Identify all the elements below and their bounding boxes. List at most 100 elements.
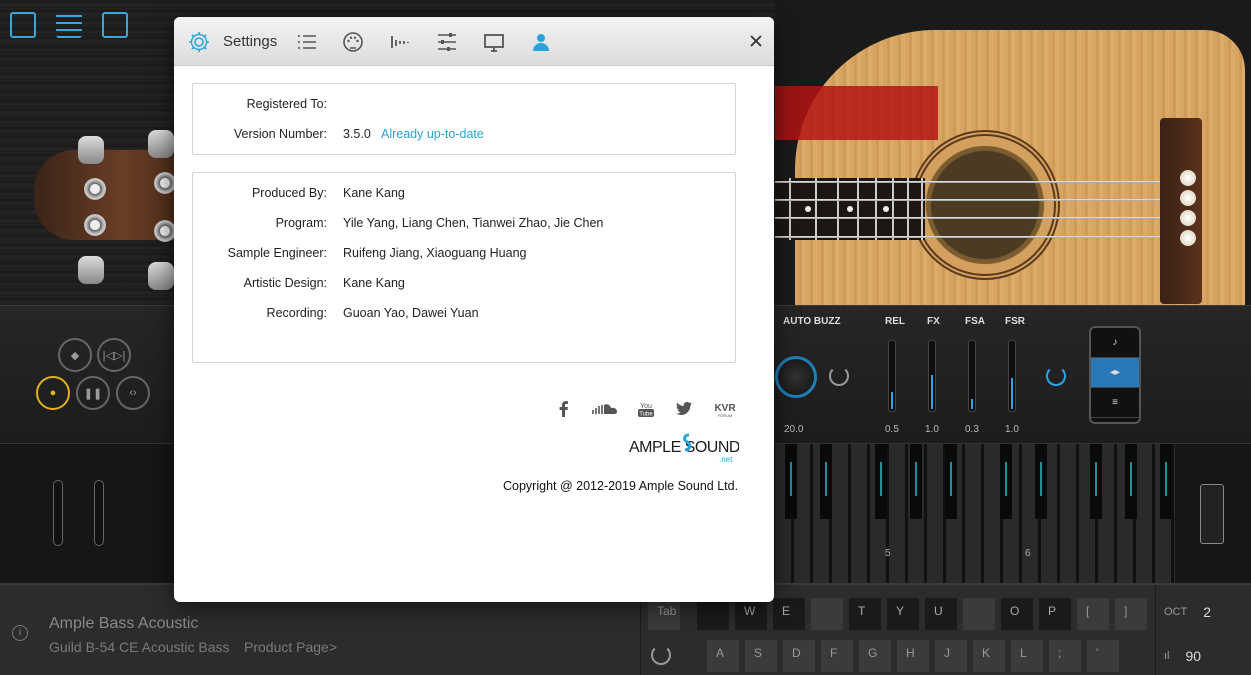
monitor-icon[interactable] [482, 30, 506, 54]
octave-panel: OCT 2 ıl 90 [1155, 585, 1251, 675]
key[interactable]: U [925, 598, 957, 630]
key[interactable]: P [1039, 598, 1071, 630]
key[interactable]: S [745, 640, 777, 672]
tuner-knob [154, 220, 176, 242]
velocity-value: 90 [1185, 648, 1202, 664]
pause-button[interactable]: ❚❚ [76, 376, 110, 410]
waveform-icon[interactable] [388, 30, 412, 54]
record-button[interactable]: ● [36, 376, 70, 410]
prev-next-button[interactable]: ‹› [116, 376, 150, 410]
fsr-label: FSR [1005, 316, 1025, 327]
credit-label: Recording: [266, 306, 327, 320]
tuner-knob [84, 214, 106, 236]
bridge [1160, 118, 1202, 304]
key[interactable]: D [783, 640, 815, 672]
credit-label: Artistic Design: [243, 276, 327, 290]
version-label: Version Number: [233, 127, 327, 141]
sound-hole [910, 130, 1060, 280]
key[interactable]: H [897, 640, 929, 672]
key[interactable]: T [849, 598, 881, 630]
key[interactable] [963, 598, 995, 630]
fsr-power-icon[interactable] [1046, 366, 1066, 386]
sustain-pedal-icon[interactable] [1200, 484, 1224, 544]
info-icon[interactable]: i [12, 625, 28, 641]
marker-button[interactable]: ◆ [58, 338, 92, 372]
key[interactable]: J [935, 640, 967, 672]
user-icon[interactable] [529, 30, 553, 54]
credit-label: Program: [275, 216, 327, 230]
string[interactable] [775, 181, 1195, 183]
string[interactable] [775, 236, 1195, 238]
fsr-slider[interactable] [1008, 340, 1016, 412]
auto-buzz-knob[interactable] [775, 356, 817, 398]
key[interactable]: L [1011, 640, 1043, 672]
credit-label: Sample Engineer: [227, 246, 327, 260]
list-icon[interactable] [56, 12, 82, 38]
fx-label: FX [927, 316, 940, 327]
youtube-icon[interactable]: You Tube [635, 399, 657, 419]
keyboard-power-icon[interactable] [651, 645, 671, 665]
pitch-wheel[interactable] [94, 480, 104, 546]
tuning-peg [148, 262, 174, 290]
loop-button[interactable]: |◁▷| [97, 338, 131, 372]
octave-value: 2 [1203, 604, 1212, 620]
rel-slider[interactable] [888, 340, 896, 412]
close-icon[interactable] [748, 33, 764, 49]
key[interactable]: [ [1077, 598, 1109, 630]
mixer-icon[interactable] [102, 12, 128, 38]
string[interactable] [775, 217, 1195, 219]
key[interactable]: ; [1049, 640, 1081, 672]
mod-wheel[interactable] [53, 480, 63, 546]
key[interactable]: ] [1115, 598, 1147, 630]
tuner-knob [84, 178, 106, 200]
plugin-toolbar [0, 0, 180, 50]
soundcloud-icon[interactable] [591, 399, 619, 419]
fx-slider[interactable] [928, 340, 936, 412]
key[interactable]: Y [887, 598, 919, 630]
key[interactable]: E [773, 598, 805, 630]
fsa-slider-fill [971, 399, 973, 409]
settings-dialog: Settings Registered To: Version Number: … [174, 17, 774, 602]
twitter-icon[interactable] [673, 399, 695, 419]
update-status-link[interactable]: Already up-to-date [381, 127, 484, 141]
power-icon[interactable] [829, 366, 849, 386]
kvr-forum-icon[interactable]: KVR FORUM [712, 399, 738, 419]
fx-slider-fill [931, 375, 933, 409]
midi-icon[interactable] [341, 30, 365, 54]
registered-to-label: Registered To: [246, 97, 327, 111]
key[interactable]: G [859, 640, 891, 672]
key[interactable]: W [735, 598, 767, 630]
key[interactable]: F [821, 640, 853, 672]
version-value: 3.5.0 [343, 127, 371, 141]
keybed[interactable]: 5 6 [775, 444, 1175, 584]
string[interactable] [775, 199, 1195, 201]
key[interactable]: Tab [648, 598, 680, 630]
list-icon[interactable] [295, 30, 319, 54]
fsa-slider[interactable] [968, 340, 976, 412]
key[interactable]: O [1001, 598, 1033, 630]
key[interactable] [697, 598, 729, 630]
octave-row[interactable]: OCT 2 [1156, 589, 1251, 635]
credit-label: Produced By: [251, 186, 327, 200]
facebook-icon[interactable] [553, 399, 575, 419]
product-page-link[interactable]: Product Page> [244, 639, 337, 655]
stereo-mode-icon[interactable]: ◂▸ [1091, 358, 1139, 388]
key[interactable]: A [707, 640, 739, 672]
settings-icon[interactable] [187, 30, 211, 54]
product-name: Ample Bass Acoustic [49, 615, 199, 632]
mixer-icon[interactable] [435, 30, 459, 54]
dialog-header: Settings [174, 17, 774, 66]
fsr-slider-fill [1011, 378, 1013, 409]
rel-label: REL [885, 316, 905, 327]
velocity-row[interactable]: ıl 90 [1156, 633, 1251, 675]
svg-text:You: You [640, 403, 652, 410]
key[interactable] [811, 598, 843, 630]
tuning-peg [78, 256, 104, 284]
velocity-icon: ıl [1164, 650, 1170, 662]
guitar-body [775, 0, 1251, 305]
key[interactable]: ' [1087, 640, 1119, 672]
guitar-mode-icon[interactable]: ♪ [1091, 328, 1139, 358]
piano-icon[interactable] [10, 12, 36, 38]
key[interactable]: K [973, 640, 1005, 672]
strum-mode-icon[interactable]: ≡ [1091, 388, 1139, 418]
